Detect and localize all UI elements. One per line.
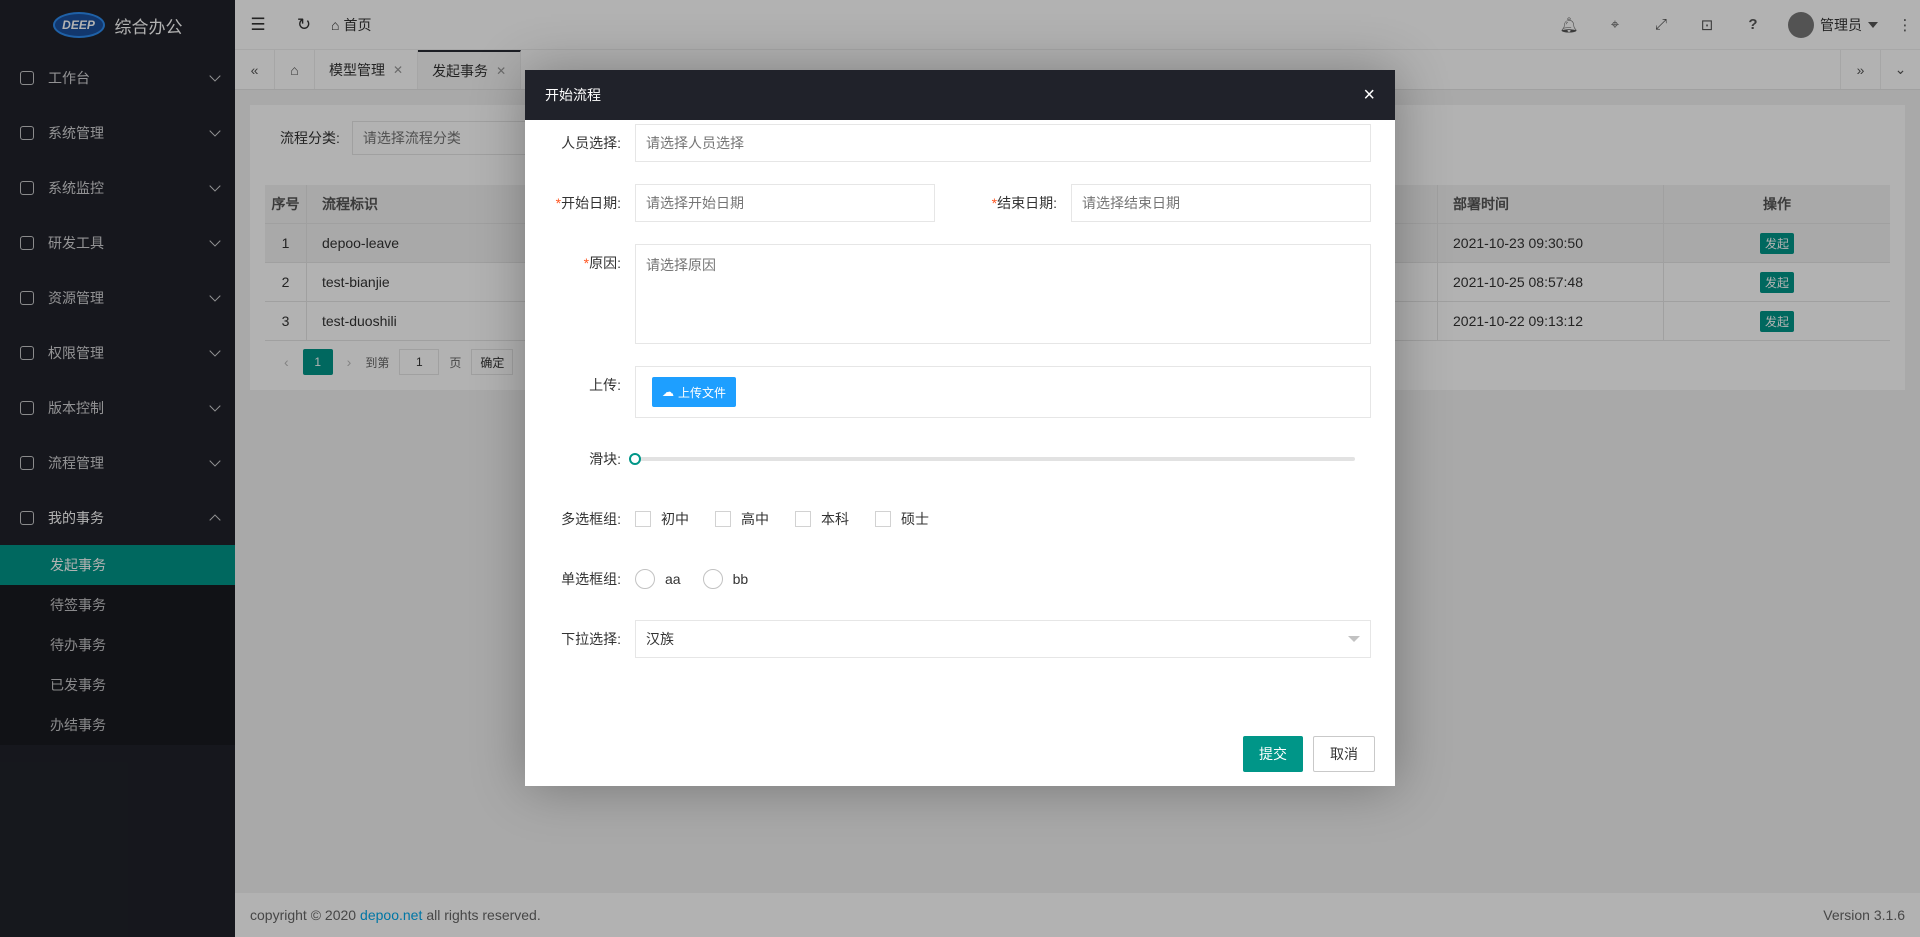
dialog-header: 开始流程 × — [525, 70, 1395, 120]
checkbox-bachelor[interactable]: 本科 — [795, 509, 849, 529]
end-date-label-text: 结束日期: — [997, 195, 1057, 211]
slider-label: 滑块: — [589, 451, 621, 467]
start-date-label: *开始日期: — [525, 184, 635, 222]
form-row-reason: *原因: 请选择原因 — [525, 244, 1395, 344]
radio-group: aa bb — [635, 560, 748, 598]
process-form: 人员选择: 请选择人员选择 *开始日期: 请选择开始日期 *结束日期: 请选择结… — [525, 120, 1395, 658]
checkbox-box[interactable] — [635, 511, 651, 527]
reason-textarea[interactable]: 请选择原因 — [635, 244, 1371, 344]
checkbox-group: 初中 高中 本科 硕士 — [635, 500, 929, 538]
form-row-select: 下拉选择: 汉族 — [525, 620, 1395, 658]
form-row-slider: 滑块: — [525, 440, 1395, 478]
dialog-title: 开始流程 — [545, 87, 601, 103]
radio-circle[interactable] — [635, 569, 655, 589]
cancel-button[interactable]: 取消 — [1313, 736, 1375, 772]
checkbox-box[interactable] — [715, 511, 731, 527]
slider[interactable] — [629, 440, 1355, 478]
upload-button-label: 上传文件 — [678, 385, 727, 400]
checkbox-box[interactable] — [795, 511, 811, 527]
checkbox-group-label: 多选框组: — [561, 511, 621, 527]
person-label: 人员选择: — [561, 135, 621, 151]
ethnicity-select[interactable]: 汉族 — [635, 620, 1371, 658]
form-row-checkboxes: 多选框组: 初中 高中 本科 硕士 — [525, 500, 1395, 538]
radio-label: aa — [665, 571, 681, 587]
end-date-input[interactable]: 请选择结束日期 — [1071, 184, 1371, 222]
radio-aa[interactable]: aa — [635, 569, 681, 589]
select-label: 下拉选择: — [561, 631, 621, 647]
caret-down-icon — [1348, 636, 1360, 642]
end-date-label: *结束日期: — [935, 184, 1071, 222]
upload-label: 上传: — [589, 377, 621, 393]
start-date-label-text: 开始日期: — [561, 195, 621, 211]
checkbox-master[interactable]: 硕士 — [875, 509, 929, 529]
checkbox-senior[interactable]: 高中 — [715, 509, 769, 529]
radio-group-label: 单选框组: — [561, 571, 621, 587]
checkbox-box[interactable] — [875, 511, 891, 527]
reason-label: *原因: — [525, 244, 635, 282]
start-date-input[interactable]: 请选择开始日期 — [635, 184, 935, 222]
checkbox-label: 硕士 — [901, 511, 929, 527]
slider-handle[interactable] — [629, 453, 641, 465]
start-process-dialog: 开始流程 × 人员选择: 请选择人员选择 *开始日期: 请选择开始日期 *结束日… — [525, 70, 1395, 786]
cloud-upload-icon: ☁ — [662, 385, 674, 399]
slider-track[interactable] — [635, 457, 1355, 461]
checkbox-junior[interactable]: 初中 — [635, 509, 689, 529]
form-row-upload: 上传: ☁ 上传文件 — [525, 366, 1395, 418]
radio-label: bb — [732, 571, 749, 587]
select-value: 汉族 — [646, 631, 674, 647]
dialog-actions: 提交 取消 — [1243, 736, 1375, 772]
reason-label-text: 原因: — [589, 255, 621, 271]
submit-button[interactable]: 提交 — [1243, 736, 1303, 772]
form-row-radios: 单选框组: aa bb — [525, 560, 1395, 598]
upload-area: ☁ 上传文件 — [635, 366, 1371, 418]
checkbox-label: 本科 — [821, 511, 849, 527]
close-icon[interactable]: × — [1363, 84, 1375, 107]
radio-bb[interactable]: bb — [702, 569, 749, 589]
form-row-dates: *开始日期: 请选择开始日期 *结束日期: 请选择结束日期 — [525, 184, 1395, 222]
checkbox-label: 初中 — [661, 511, 689, 527]
form-row-person: 人员选择: 请选择人员选择 — [525, 124, 1395, 162]
checkbox-label: 高中 — [741, 511, 769, 527]
person-select-input[interactable]: 请选择人员选择 — [635, 124, 1371, 162]
radio-circle[interactable] — [702, 569, 723, 589]
upload-file-button[interactable]: ☁ 上传文件 — [652, 377, 737, 407]
